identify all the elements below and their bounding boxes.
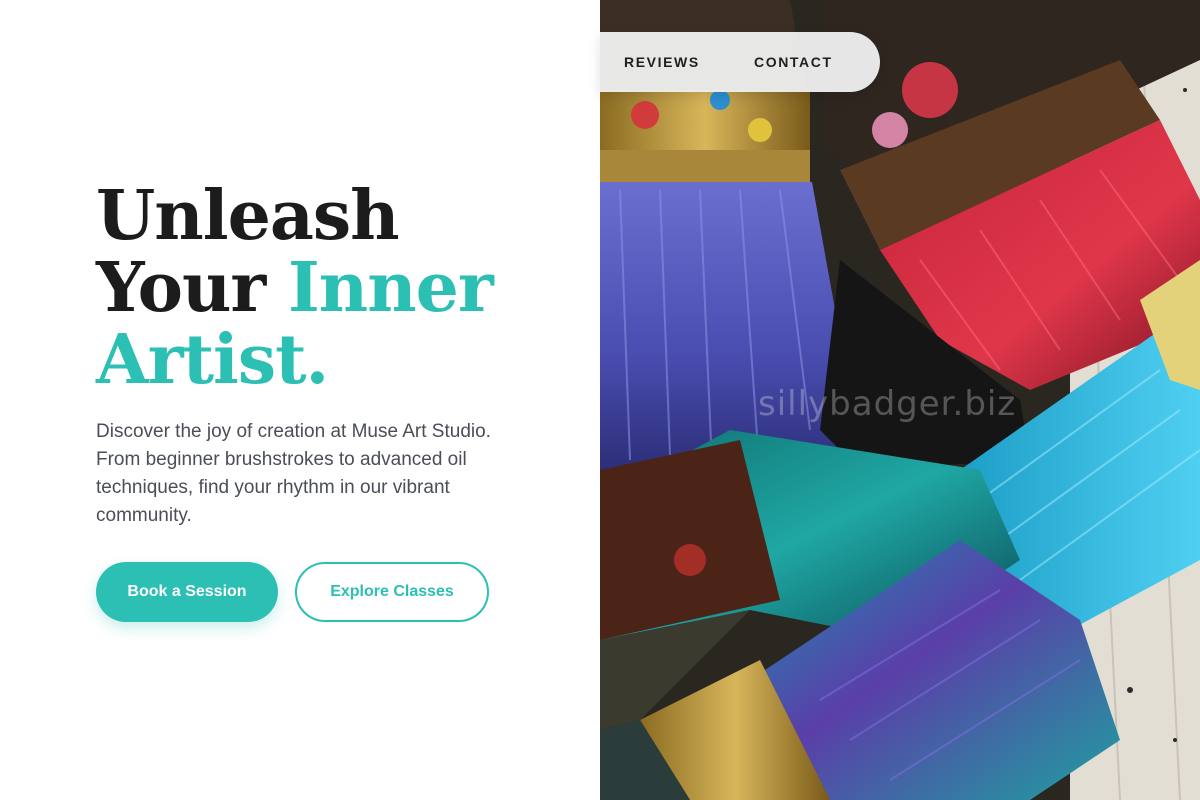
hero-headline: Unleash Your Inner Artist. [96, 180, 494, 396]
headline-line-2-plain: Your [96, 248, 266, 328]
explore-classes-button[interactable]: Explore Classes [295, 562, 489, 622]
top-navigation: REVIEWS CONTACT [600, 32, 880, 92]
nav-link-reviews[interactable]: REVIEWS [624, 54, 700, 70]
headline-line-3-accent: Artist. [96, 320, 329, 400]
book-session-button[interactable]: Book a Session [96, 562, 278, 622]
nav-link-contact[interactable]: CONTACT [754, 54, 833, 70]
headline-line-2-accent: Inner [287, 248, 494, 328]
image-watermark: sillybadger.biz [758, 384, 1017, 424]
hero-description: Discover the joy of creation at Muse Art… [96, 421, 491, 526]
headline-line-1: Unleash [96, 176, 400, 256]
hero-text-panel: Unleash Your Inner Artist. Discover the … [0, 0, 600, 800]
hero-image-paint-brushes: sillybadger.biz [600, 0, 1200, 800]
